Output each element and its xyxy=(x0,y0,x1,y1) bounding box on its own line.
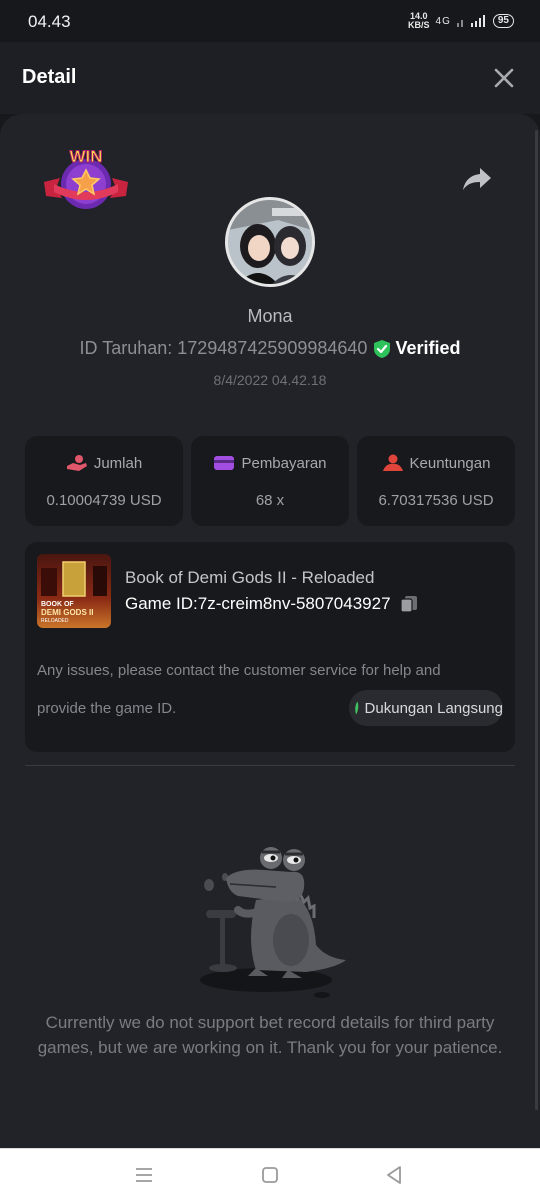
crocodile-mascot-icon xyxy=(200,847,346,998)
menu-icon[interactable] xyxy=(132,1163,156,1187)
stat-card-amount: Jumlah 0.10004739 USD xyxy=(25,436,183,526)
notice-text-line1: Any issues, please contact the customer … xyxy=(37,662,441,679)
support-leaf-icon xyxy=(355,701,359,715)
shield-check-icon xyxy=(374,339,391,358)
status-time: 04.43 xyxy=(28,12,71,31)
close-icon[interactable] xyxy=(492,66,516,90)
game-name: Book of Demi Gods II - Reloaded xyxy=(125,568,375,587)
stat-value: 68 x xyxy=(255,492,285,509)
win-badge-icon: WIN xyxy=(44,147,128,209)
bet-id: ID Taruhan: 1729487425909984640 xyxy=(79,338,368,358)
live-support-button[interactable]: Dukungan Langsung xyxy=(349,690,503,726)
battery-icon: 95 xyxy=(492,14,514,28)
status-indicators: 14.0 KB/S 4G 95 xyxy=(408,12,514,30)
divider xyxy=(25,765,515,766)
svg-text:DEMI GODS II: DEMI GODS II xyxy=(41,608,93,617)
stat-card-payout: Pembayaran 68 x xyxy=(191,436,349,526)
game-id: Game ID:7z-creim8nv-5807043927 xyxy=(125,594,391,613)
avatar xyxy=(225,197,315,287)
bet-date: 8/4/2022 04.42.18 xyxy=(213,372,327,388)
page-title: Detail xyxy=(22,66,77,88)
share-icon[interactable] xyxy=(462,166,492,192)
system-nav-bar xyxy=(0,1148,540,1200)
wallet-card-icon xyxy=(214,456,235,470)
stat-card-profit: Keuntungan 6.70317536 USD xyxy=(357,436,515,526)
back-triangle-icon[interactable] xyxy=(382,1163,406,1187)
scrollbar[interactable] xyxy=(535,130,538,1110)
username: Mona xyxy=(247,306,293,326)
empty-state-message: Currently we do not support bet record d… xyxy=(37,1013,503,1057)
stat-label: Keuntungan xyxy=(409,454,491,472)
home-square-icon[interactable] xyxy=(258,1163,282,1187)
svg-text:BOOK OF: BOOK OF xyxy=(41,601,74,608)
stat-label: Pembayaran xyxy=(241,454,327,472)
bet-id-line: ID Taruhan: 1729487425909984640 Verified xyxy=(0,338,540,359)
copy-icon[interactable] xyxy=(399,594,419,614)
game-thumbnail-art: BOOK OF DEMI GODS II RELOADED xyxy=(37,554,111,628)
notice-text-line2: provide the game ID. xyxy=(37,700,177,717)
network-speed: 14.0 KB/S xyxy=(408,11,430,30)
money-hand-icon xyxy=(66,455,87,471)
win-badge-text: WIN xyxy=(69,147,102,166)
header: Detail xyxy=(0,42,540,114)
status-bar: 04.43 14.0 KB/S 4G 95 xyxy=(0,0,540,42)
stat-value: 0.10004739 USD xyxy=(46,492,162,509)
stat-label: Jumlah xyxy=(93,454,143,472)
profit-user-icon xyxy=(382,454,403,471)
game-id-row: Game ID:7z-creim8nv-5807043927 xyxy=(125,594,419,614)
stat-value: 6.70317536 USD xyxy=(378,492,494,509)
game-thumbnail[interactable]: BOOK OF DEMI GODS II RELOADED xyxy=(37,554,111,628)
avatar-photo xyxy=(228,200,312,284)
verified-label: Verified xyxy=(395,338,461,358)
game-card: BOOK OF DEMI GODS II RELOADED Book of De… xyxy=(25,542,515,752)
svg-text:RELOADED: RELOADED xyxy=(41,618,69,624)
signal-bars-icon xyxy=(456,15,485,27)
verified-badge: Verified xyxy=(373,338,460,359)
signal-4g-icon: 4G xyxy=(435,15,451,27)
support-label: Dukungan Langsung xyxy=(364,699,503,717)
